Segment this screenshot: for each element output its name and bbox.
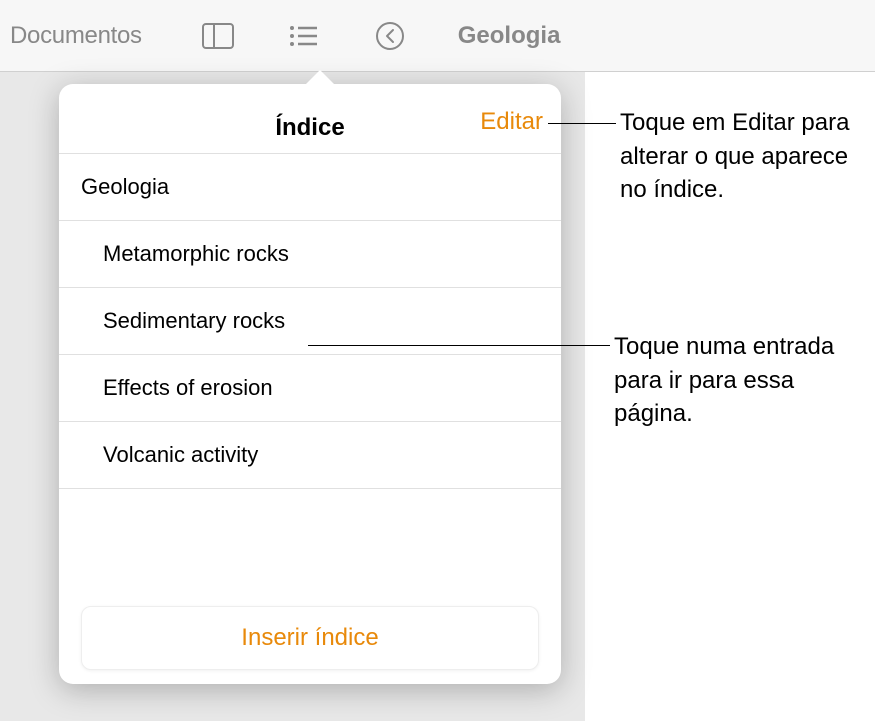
document-title: Geologia: [458, 22, 561, 50]
toc-list: Geologia Metamorphic rocks Sedimentary r…: [59, 154, 561, 489]
insert-toc-button[interactable]: Inserir índice: [81, 606, 539, 670]
callout-line: [308, 345, 610, 346]
sidebar-icon[interactable]: [200, 18, 236, 54]
toc-item[interactable]: Volcanic activity: [59, 422, 561, 489]
callout-line: [548, 123, 616, 124]
toc-item[interactable]: Metamorphic rocks: [59, 221, 561, 288]
back-button[interactable]: Documentos: [8, 22, 142, 50]
callout-entry: Toque numa entrada para ir para essa pág…: [614, 330, 864, 431]
toc-item[interactable]: Geologia: [59, 154, 561, 221]
popover-header: Índice Editar: [59, 102, 561, 154]
popover-arrow: [304, 70, 336, 86]
edit-button[interactable]: Editar: [480, 108, 543, 136]
toolbar-icons: [200, 18, 408, 54]
list-icon[interactable]: [286, 18, 322, 54]
toolbar: Documentos Geologia: [0, 0, 875, 72]
callout-edit: Toque em Editar para alterar o que apare…: [620, 106, 870, 207]
popover-title: Índice: [275, 114, 344, 142]
toc-item[interactable]: Effects of erosion: [59, 355, 561, 422]
toc-popover: Índice Editar Geologia Metamorphic rocks…: [59, 84, 561, 684]
undo-icon[interactable]: [372, 18, 408, 54]
